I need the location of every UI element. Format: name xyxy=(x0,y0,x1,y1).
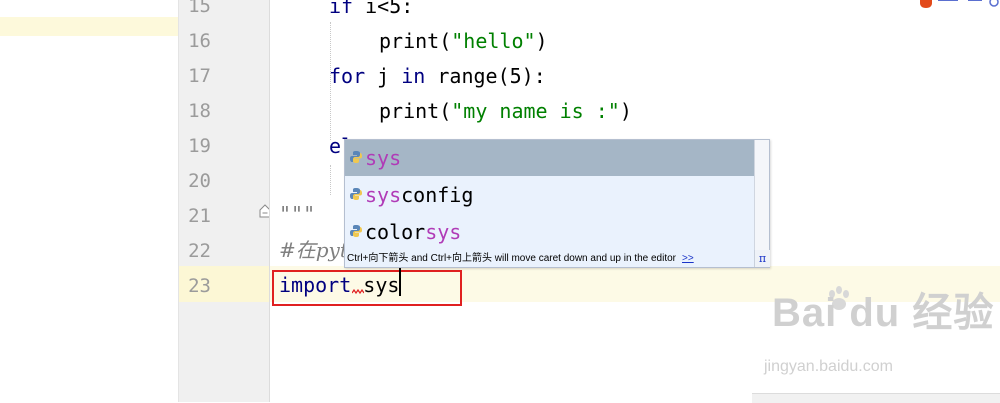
completion-item[interactable]: sys xyxy=(345,140,754,176)
completion-hint-text: Ctrl+向下箭头 and Ctrl+向上箭头 will move caret … xyxy=(347,253,677,264)
keyword: for xyxy=(329,64,366,88)
code-text: print( xyxy=(379,99,452,123)
line-number: 23 xyxy=(188,275,211,297)
line-number-gutter: 15 16 17 18 19 20 21 22 23 xyxy=(178,0,269,402)
string-literal: "my name is :" xyxy=(451,99,620,123)
completion-item[interactable]: sysconfig xyxy=(345,177,754,213)
completion-hint: Ctrl+向下箭头 and Ctrl+向上箭头 will move caret … xyxy=(345,250,754,267)
line-number: 15 xyxy=(188,0,211,17)
autocomplete-popup[interactable]: sys sysconfig colorsys Ctrl+向下箭头 and Ctr… xyxy=(344,139,770,268)
completion-hint-link[interactable]: >> xyxy=(682,253,694,264)
input-method-icon[interactable] xyxy=(918,0,1000,8)
watermark-brand: Bai du 经验 xyxy=(772,291,995,335)
keyword: if xyxy=(329,0,354,18)
line-number: 16 xyxy=(188,30,211,52)
python-module-icon xyxy=(350,225,362,237)
line-number: 18 xyxy=(188,100,211,122)
code-line-17: for j in range(5): xyxy=(329,65,546,87)
python-module-icon xyxy=(350,151,362,163)
watermark-url: jingyan.baidu.com xyxy=(764,358,893,375)
keyword: in xyxy=(401,64,426,88)
completion-prefix: color xyxy=(365,220,426,244)
python-module-icon xyxy=(350,188,362,200)
code-text: range(5): xyxy=(425,64,546,88)
completion-scrollbar[interactable] xyxy=(754,140,769,250)
completion-match: sys xyxy=(425,220,462,244)
completion-match: sys xyxy=(365,146,402,170)
pi-button[interactable]: π xyxy=(754,250,770,267)
line-number: 20 xyxy=(188,170,211,192)
code-text: ) xyxy=(619,99,632,123)
completion-suffix: config xyxy=(401,183,474,207)
line-number: 17 xyxy=(188,65,211,87)
code-text: i<5: xyxy=(353,0,414,18)
code-line-18: print("my name is :") xyxy=(379,100,632,122)
code-line-15: if i<5: xyxy=(329,0,413,17)
indent-guide xyxy=(330,165,331,195)
left-panel-highlight xyxy=(0,17,178,36)
string-literal: "hello" xyxy=(451,29,536,53)
code-text: j xyxy=(365,64,402,88)
code-line-21-docstring: """ xyxy=(279,202,316,226)
code-text: print( xyxy=(379,29,452,53)
line-number: 19 xyxy=(188,135,211,157)
left-panel xyxy=(0,0,178,402)
code-line-16: print("hello") xyxy=(379,30,548,52)
line-number: 21 xyxy=(188,205,211,227)
completion-item[interactable]: colorsys xyxy=(345,214,754,250)
code-text: ) xyxy=(535,29,548,53)
line-number: 22 xyxy=(188,240,211,262)
completion-match: sys xyxy=(365,183,402,207)
code-line-22-comment: #在pyt xyxy=(279,238,348,262)
